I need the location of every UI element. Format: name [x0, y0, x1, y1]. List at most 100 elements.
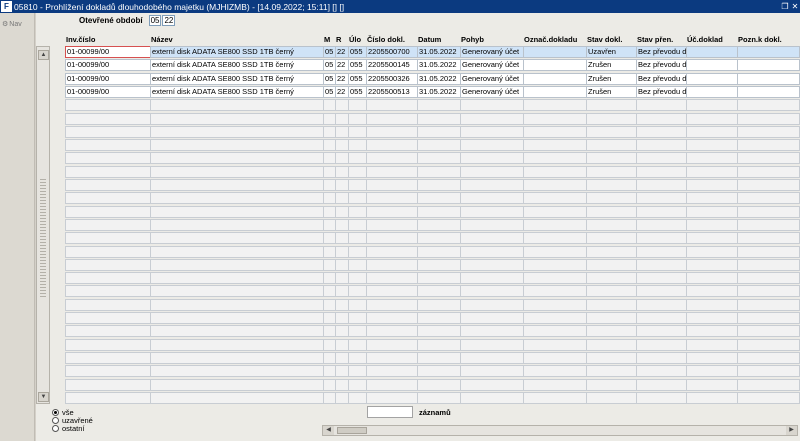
col-pozn-k-dokl-cell[interactable] — [737, 245, 800, 258]
col-cislo-dokl-cell[interactable]: 2205500700 — [366, 46, 418, 58]
col-ulo-cell[interactable] — [348, 152, 367, 165]
col-r-cell[interactable] — [335, 112, 349, 125]
horizontal-scrollbar[interactable]: ◀ ▶ — [322, 425, 798, 436]
col-uc-doklad-cell[interactable] — [686, 139, 738, 152]
col-ulo-cell[interactable] — [348, 232, 367, 245]
col-nazev-cell[interactable] — [150, 232, 324, 245]
col-pozn-k-dokl-cell[interactable] — [737, 365, 800, 378]
col-pozn-k-dokl-header[interactable]: Pozn.k dokl. — [738, 35, 782, 44]
col-pohyb-cell[interactable] — [460, 325, 524, 338]
col-stav-pren-cell[interactable] — [636, 218, 687, 231]
col-cislo-dokl-cell[interactable] — [366, 165, 418, 178]
col-inv-cislo-cell[interactable] — [65, 285, 151, 298]
col-r-cell[interactable] — [335, 365, 349, 378]
col-cislo-dokl-cell[interactable] — [366, 338, 418, 351]
col-inv-cislo-cell[interactable] — [65, 205, 151, 218]
col-r-cell[interactable]: 22 — [335, 59, 349, 72]
col-pozn-k-dokl-cell[interactable] — [737, 325, 800, 338]
col-cislo-dokl-cell[interactable] — [366, 139, 418, 152]
col-cislo-dokl-cell[interactable] — [366, 365, 418, 378]
empty-row[interactable] — [36, 338, 800, 351]
col-stav-pren-cell[interactable] — [636, 365, 687, 378]
col-stav-pren-cell[interactable] — [636, 351, 687, 364]
col-uc-doklad-cell[interactable] — [686, 192, 738, 205]
col-inv-cislo-cell[interactable] — [65, 112, 151, 125]
col-oznac-dokladu-cell[interactable] — [523, 72, 587, 85]
col-stav-pren-cell[interactable] — [636, 165, 687, 178]
empty-row[interactable] — [36, 192, 800, 205]
col-inv-cislo-cell[interactable]: 01-00099/00 — [65, 46, 151, 58]
empty-row[interactable] — [36, 99, 800, 112]
col-stav-pren-cell[interactable] — [636, 139, 687, 152]
col-oznac-dokladu-cell[interactable] — [523, 272, 587, 285]
col-oznac-dokladu-cell[interactable] — [523, 378, 587, 391]
col-datum-cell[interactable] — [417, 165, 461, 178]
col-r-cell[interactable] — [335, 325, 349, 338]
col-inv-cislo-cell[interactable] — [65, 152, 151, 165]
col-stav-dokl-cell[interactable] — [586, 112, 637, 125]
col-pohyb-cell[interactable] — [460, 378, 524, 391]
col-datum-cell[interactable] — [417, 232, 461, 245]
col-cislo-dokl-cell[interactable] — [366, 272, 418, 285]
col-uc-doklad-cell[interactable] — [686, 125, 738, 138]
col-datum-cell[interactable] — [417, 152, 461, 165]
col-uc-doklad-cell[interactable] — [686, 365, 738, 378]
col-datum-cell[interactable] — [417, 298, 461, 311]
col-pohyb-cell[interactable] — [460, 192, 524, 205]
col-oznac-dokladu-cell[interactable] — [523, 179, 587, 191]
col-ulo-cell[interactable] — [348, 245, 367, 258]
col-ulo-cell[interactable] — [348, 391, 367, 404]
col-ulo-cell[interactable] — [348, 272, 367, 285]
col-uc-doklad-cell[interactable] — [686, 85, 738, 98]
col-stav-dokl-cell[interactable] — [586, 179, 637, 191]
table-row[interactable]: 01-00099/00 externí disk ADATA SE800 SSD … — [36, 85, 800, 98]
col-nazev-cell[interactable] — [150, 285, 324, 298]
hscroll-thumb[interactable] — [337, 427, 367, 434]
col-nazev-cell[interactable] — [150, 351, 324, 364]
col-pohyb-cell[interactable] — [460, 125, 524, 138]
col-pozn-k-dokl-cell[interactable] — [737, 258, 800, 271]
col-cislo-dokl-cell[interactable] — [366, 285, 418, 298]
scroll-right-icon[interactable]: ▶ — [786, 426, 797, 435]
col-oznac-dokladu-cell[interactable] — [523, 258, 587, 271]
period-month-field[interactable]: 05 — [148, 15, 162, 26]
col-inv-cislo-cell[interactable] — [65, 192, 151, 205]
col-nazev-cell[interactable] — [150, 192, 324, 205]
col-pohyb-cell[interactable] — [460, 112, 524, 125]
col-stav-pren-cell[interactable]: Bez převodu do — [636, 46, 687, 58]
col-datum-cell[interactable] — [417, 365, 461, 378]
col-stav-pren-cell[interactable] — [636, 179, 687, 191]
col-r-cell[interactable] — [335, 205, 349, 218]
col-pozn-k-dokl-cell[interactable] — [737, 272, 800, 285]
col-cislo-dokl-cell[interactable]: 2205500145 — [366, 59, 418, 72]
col-nazev-cell[interactable] — [150, 125, 324, 138]
col-ulo-cell[interactable] — [348, 378, 367, 391]
col-stav-dokl-cell[interactable]: Uzavřen — [586, 46, 637, 58]
col-stav-dokl-cell[interactable]: Zrušen — [586, 59, 637, 72]
col-ulo-cell[interactable] — [348, 192, 367, 205]
col-uc-doklad-cell[interactable] — [686, 245, 738, 258]
col-oznac-dokladu-cell[interactable] — [523, 365, 587, 378]
col-stav-pren-cell[interactable] — [636, 205, 687, 218]
col-r-cell[interactable] — [335, 152, 349, 165]
col-r-cell[interactable] — [335, 245, 349, 258]
col-pohyb-cell[interactable] — [460, 245, 524, 258]
col-uc-doklad-cell[interactable] — [686, 232, 738, 245]
col-stav-pren-cell[interactable] — [636, 312, 687, 324]
col-datum-cell[interactable] — [417, 351, 461, 364]
col-ulo-cell[interactable] — [348, 99, 367, 112]
col-oznac-dokladu-cell[interactable] — [523, 312, 587, 324]
col-stav-dokl-cell[interactable] — [586, 258, 637, 271]
col-stav-pren-cell[interactable] — [636, 285, 687, 298]
col-inv-cislo-header[interactable]: Inv.číslo — [66, 35, 95, 44]
col-ulo-cell[interactable] — [348, 139, 367, 152]
col-nazev-cell[interactable] — [150, 258, 324, 271]
col-datum-cell[interactable] — [417, 391, 461, 404]
col-oznac-dokladu-cell[interactable] — [523, 285, 587, 298]
col-stav-dokl-cell[interactable] — [586, 232, 637, 245]
col-pozn-k-dokl-cell[interactable] — [737, 179, 800, 191]
col-cislo-dokl-cell[interactable]: 2205500513 — [366, 85, 418, 98]
col-r-cell[interactable] — [335, 125, 349, 138]
col-stav-dokl-cell[interactable] — [586, 325, 637, 338]
col-oznac-dokladu-cell[interactable] — [523, 99, 587, 112]
